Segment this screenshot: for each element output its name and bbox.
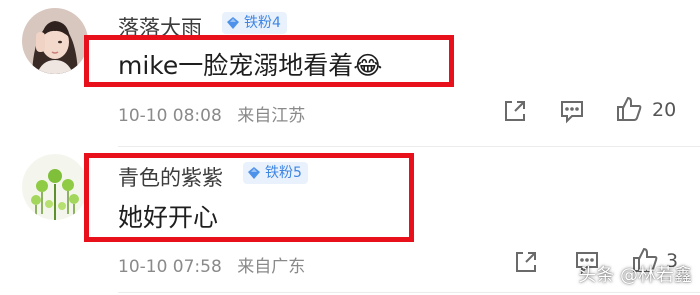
share-icon[interactable] bbox=[500, 96, 530, 126]
comment-text: 她好开心 bbox=[118, 203, 219, 232]
avatar[interactable] bbox=[22, 8, 88, 74]
comment-date: 10-10 08:08 bbox=[118, 106, 222, 126]
badge-label: 铁粉4 bbox=[244, 15, 281, 31]
watermark: 头条 @林若鑫 bbox=[578, 265, 692, 286]
diamond-icon bbox=[227, 17, 239, 29]
comment-location: 来自江苏 bbox=[237, 106, 306, 126]
share-icon[interactable] bbox=[511, 247, 541, 277]
comment-text: mike一脸宠溺地看着😂 bbox=[118, 51, 383, 80]
thumbs-up-icon[interactable] bbox=[614, 94, 644, 124]
comment-icon[interactable] bbox=[557, 96, 587, 126]
comment-date: 10-10 07:58 bbox=[118, 257, 222, 277]
like-count: 20 bbox=[652, 99, 677, 121]
avatar[interactable] bbox=[22, 154, 88, 220]
comment-item: 落落大雨 铁粉4 mike一脸宠溺地看着😂 10-10 08:08 来自江苏 2… bbox=[0, 0, 700, 145]
comment-meta: 10-10 07:58 来自广东 bbox=[118, 252, 315, 277]
comment-location: 来自广东 bbox=[237, 257, 306, 277]
fan-badge: 铁粉4 bbox=[222, 12, 287, 34]
comment-meta: 10-10 08:08 来自江苏 bbox=[118, 101, 315, 126]
divider bbox=[118, 292, 700, 293]
